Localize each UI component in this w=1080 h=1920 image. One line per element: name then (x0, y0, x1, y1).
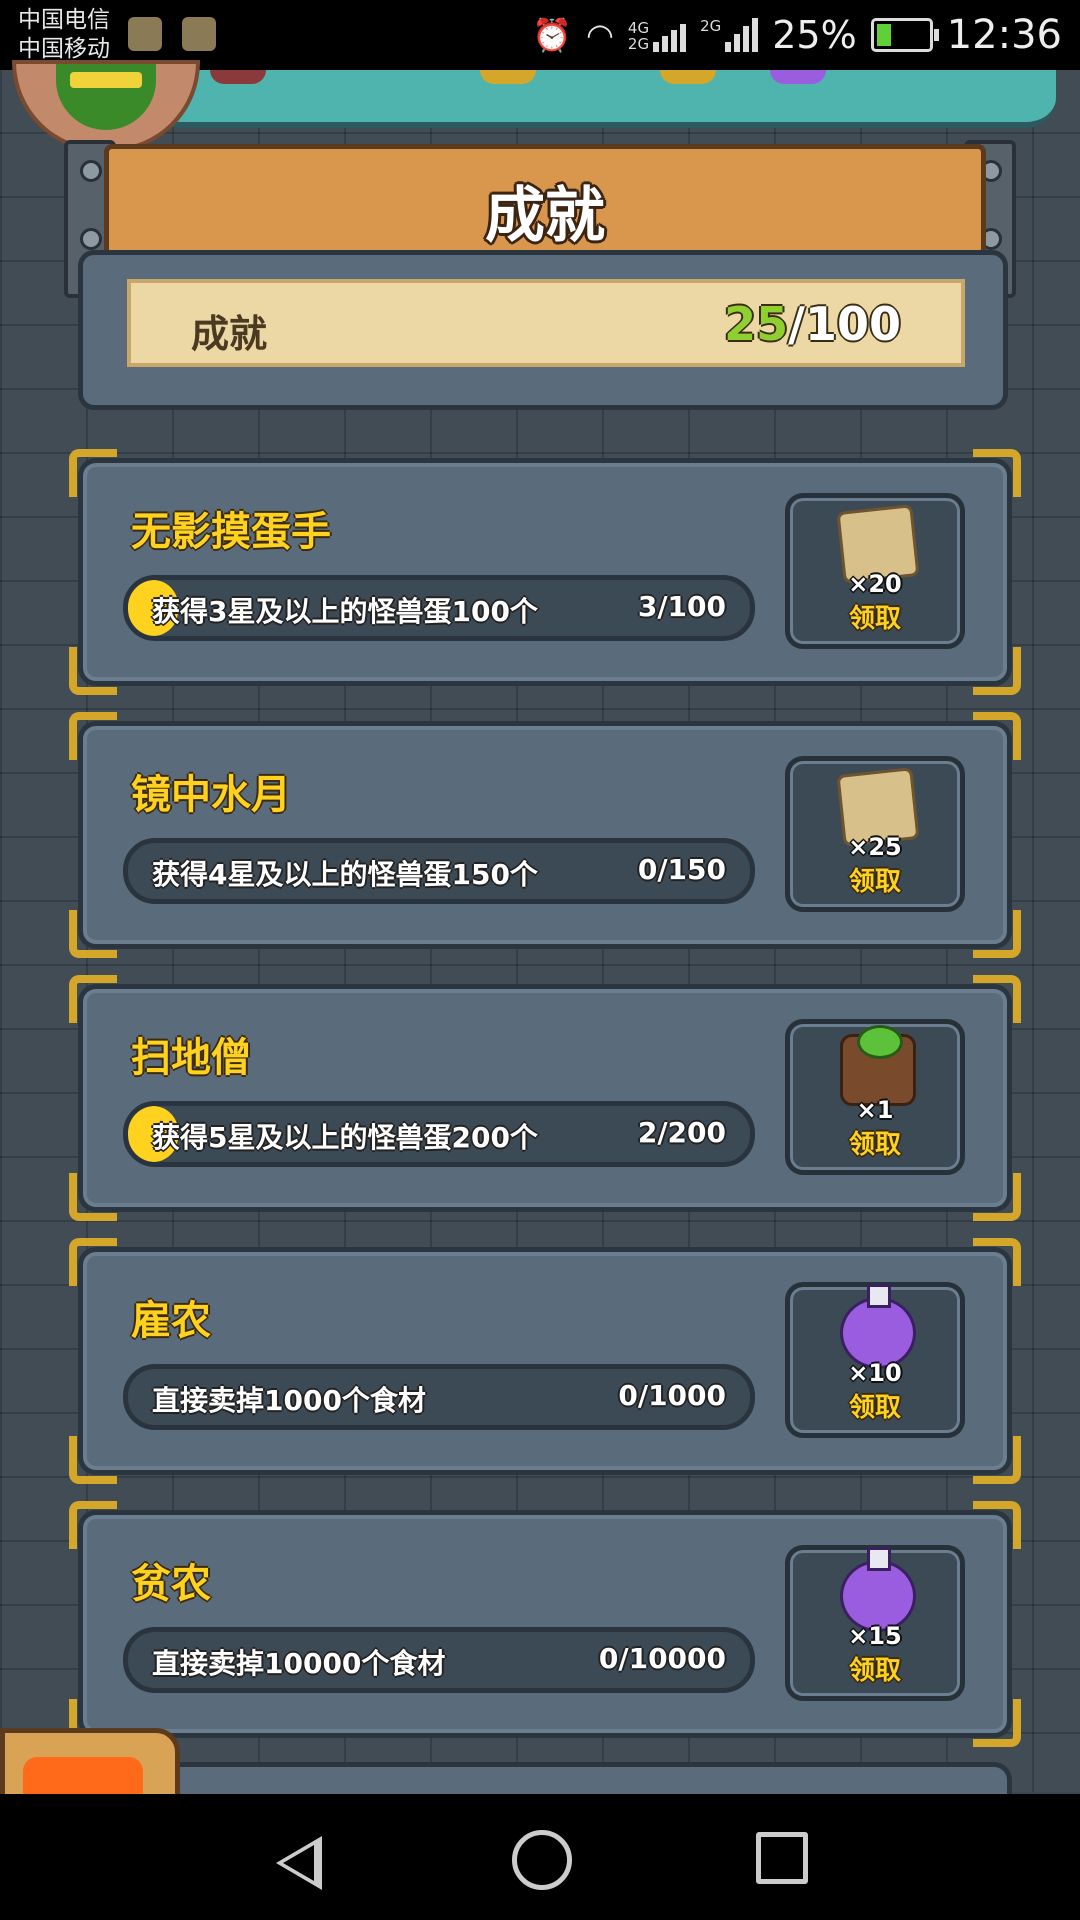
claim-reward-button[interactable]: ×20 领取 (785, 493, 965, 649)
achievement-card: 镜中水月 获得4星及以上的怪兽蛋150个 0/150 ×25 领取 (69, 712, 1021, 958)
reward-quantity: ×10 (848, 1359, 902, 1387)
reward-quantity: ×20 (848, 570, 902, 598)
carrier-labels: 中国电信 中国移动 (18, 6, 110, 64)
network-label-1: 4G (627, 19, 650, 37)
shield-app-icon (182, 17, 216, 51)
corner-bracket (69, 712, 117, 760)
achievement-title: 贫农 (131, 1561, 211, 1607)
claim-reward-button[interactable]: ×1 领取 (785, 1019, 965, 1175)
navigation-bar (0, 1794, 1080, 1920)
achievement-progress-count: 3/100 (637, 590, 726, 623)
achievement-description: 获得3星及以上的怪兽蛋100个 (152, 595, 538, 628)
claim-reward-button[interactable]: ×10 领取 (785, 1282, 965, 1438)
reward-quantity: ×1 (856, 1096, 894, 1124)
header-plaque: 成就 (104, 144, 986, 266)
achievement-card: 扫地僧 获得5星及以上的怪兽蛋200个 2/200 ×1 领取 (69, 975, 1021, 1221)
achievement-card: 雇农 直接卖掉1000个食材 0/1000 ×10 领取 (69, 1238, 1021, 1484)
summary-label: 成就 (191, 312, 268, 356)
summary-count: 25/100 (724, 297, 901, 351)
frame-gem (660, 70, 716, 84)
corner-bracket (973, 1699, 1021, 1747)
corner-bracket (69, 1501, 117, 1549)
achievement-description: 直接卖掉1000个食材 (152, 1384, 426, 1417)
achievement-title: 无影摸蛋手 (131, 509, 331, 555)
achievement-progress-count: 0/1000 (618, 1379, 726, 1412)
corner-bracket (973, 1501, 1021, 1549)
achievement-progress-bar: 获得4星及以上的怪兽蛋150个 0/150 (123, 838, 755, 904)
status-right: ⏰ ◠ 4G 2G 2G 25% 12:36 (532, 10, 1062, 60)
achievement-progress-bar: 获得5星及以上的怪兽蛋200个 2/200 (123, 1101, 755, 1167)
claim-reward-button[interactable]: ×25 领取 (785, 756, 965, 912)
corner-bracket (973, 1436, 1021, 1484)
back-icon[interactable] (276, 1836, 322, 1890)
battery-percent: 25% (772, 13, 857, 57)
signal-bars-1 (653, 18, 687, 52)
signal-1: 4G 2G (627, 18, 687, 53)
home-icon[interactable] (512, 1830, 572, 1890)
network-label-3: 2G (700, 17, 722, 35)
corner-bracket (973, 1238, 1021, 1286)
top-frame (150, 70, 1056, 128)
network-label-2: 2G (627, 35, 650, 53)
corner-bracket (973, 910, 1021, 958)
claim-reward-button[interactable]: ×15 领取 (785, 1545, 965, 1701)
corner-bracket (69, 647, 117, 695)
achievement-progress-count: 0/10000 (598, 1642, 726, 1675)
achievement-title: 镜中水月 (131, 772, 291, 818)
battery-icon (870, 18, 939, 52)
achievement-summary: 成就 25/100 (78, 250, 1008, 410)
summary-total: /100 (788, 297, 901, 351)
corner-bracket (973, 647, 1021, 695)
achievement-card: 无影摸蛋手 获得3星及以上的怪兽蛋100个 3/100 ×20 领取 (69, 449, 1021, 695)
frame-gem (210, 70, 266, 84)
corner-bracket (973, 975, 1021, 1023)
corner-bracket (69, 1238, 117, 1286)
claim-label: 领取 (848, 1656, 901, 1686)
achievement-progress-count: 0/150 (637, 853, 726, 886)
corner-bracket (69, 1436, 117, 1484)
corner-bracket (69, 910, 117, 958)
carrier-1: 中国电信 (18, 7, 110, 33)
achievement-card: 贫农 直接卖掉10000个食材 0/10000 ×15 领取 (69, 1501, 1021, 1747)
alarm-icon: ⏰ (532, 16, 572, 54)
corner-bracket (69, 449, 117, 497)
health-app-icon (128, 17, 162, 51)
corner-bracket (69, 1173, 117, 1221)
claim-label: 领取 (848, 604, 901, 634)
reward-quantity: ×15 (848, 1622, 902, 1650)
clock: 12:36 (946, 12, 1062, 58)
achievement-progress-bar: 获得3星及以上的怪兽蛋100个 3/100 (123, 575, 755, 641)
recent-apps-icon[interactable] (756, 1832, 808, 1884)
summary-completed: 25 (724, 297, 789, 351)
corner-bracket (973, 712, 1021, 760)
claim-label: 领取 (848, 1393, 901, 1423)
summary-paper: 成就 25/100 (127, 279, 965, 367)
achievement-description: 获得5星及以上的怪兽蛋200个 (152, 1121, 538, 1154)
corner-bracket (973, 1173, 1021, 1221)
signal-bars-2 (725, 18, 759, 52)
achievement-progress-count: 2/200 (637, 1116, 726, 1149)
achievement-title: 扫地僧 (131, 1035, 251, 1081)
page-title: 成就 (485, 181, 605, 251)
reward-quantity: ×25 (848, 833, 902, 861)
achievement-description: 直接卖掉10000个食材 (152, 1647, 446, 1680)
frame-gem (770, 70, 826, 84)
corner-bracket (973, 449, 1021, 497)
corner-bracket (69, 975, 117, 1023)
wifi-icon: ◠ (585, 16, 614, 54)
header: 成就 (40, 140, 1040, 298)
achievement-description: 获得4星及以上的怪兽蛋150个 (152, 858, 538, 891)
signal-2: 2G (700, 17, 759, 52)
claim-label: 领取 (848, 1130, 901, 1160)
achievement-progress-bar: 直接卖掉1000个食材 0/1000 (123, 1364, 755, 1430)
achievement-title: 雇农 (131, 1298, 211, 1344)
frame-gem (480, 70, 536, 84)
achievement-progress-bar: 直接卖掉10000个食材 0/10000 (123, 1627, 755, 1693)
claim-label: 领取 (848, 867, 901, 897)
back-menu-button[interactable] (0, 1728, 180, 1804)
